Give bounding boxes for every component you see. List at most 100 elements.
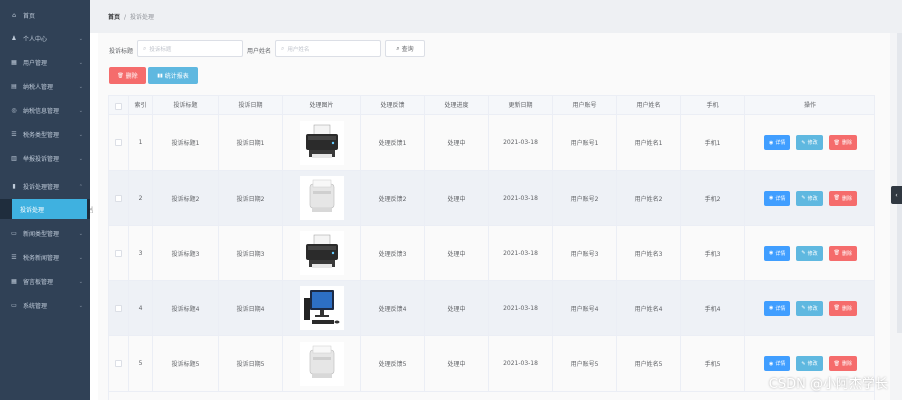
scrollbar[interactable] — [897, 33, 902, 333]
cell-title: 投诉标题4 — [153, 281, 219, 335]
detail-button-label: 详情 — [775, 361, 786, 367]
sidebar-item[interactable]: ♟ 个人中心 ⌄ — [0, 27, 90, 50]
edit-button[interactable]: ✎ 修改 — [796, 356, 823, 371]
table-row: 5 投诉标题5 投诉日期5 处理反馈5 处理中 2021-03-18 用户账号5 用户姓名5 手… — [109, 336, 874, 392]
home-icon: ⌂ — [12, 12, 16, 19]
users-icon: ▦ — [11, 59, 17, 66]
sidebar-item[interactable]: ▭ 新闻类型管理 ⌄ — [0, 222, 90, 245]
delete-button[interactable]: 🗑 删除 — [828, 300, 857, 316]
detail-button[interactable]: ◉ 详情 — [764, 135, 791, 150]
cell-feedback: 处理反馈4 — [361, 281, 425, 335]
cell-title: 投诉标题1 — [153, 115, 219, 170]
sidebar: ⌂ 首页 ♟ 个人中心 ⌄ ▦ 用户管理 ⌄ ▤ 纳税人管理 ⌄ ◎ 纳税信息管理 ⌄ ☰ 税务类型管理 ⌄ ▥ 举… — [0, 0, 90, 400]
detail-button[interactable]: ◉ 详情 — [764, 245, 791, 261]
edit-button[interactable]: ✎ 修改 — [796, 135, 823, 150]
row-checkbox[interactable] — [115, 139, 122, 146]
column-header: 手机 — [681, 96, 745, 116]
column-header: 索引 — [129, 96, 153, 116]
chevron-down-icon: ⌄ — [78, 83, 83, 90]
delete-button-label: 删除 — [841, 195, 852, 202]
edit-button[interactable]: ✎ 修改 — [796, 300, 823, 316]
printer-icon — [299, 231, 344, 275]
edit-icon: ✎ — [801, 360, 806, 367]
select-all-checkbox[interactable] — [115, 102, 122, 110]
table-row: 3 投诉标题3 投诉日期3 处理反馈3 处理中 2021-03-18 用户账号3 用户姓名3 手… — [109, 226, 874, 281]
system-icon: ▭ — [11, 302, 17, 309]
cell-date: 投诉日期4 — [219, 281, 283, 335]
actions-cell: ◉ 详情 ✎ 修改 🗑 删除 — [745, 226, 874, 280]
cell-name: 用户姓名2 — [617, 171, 681, 225]
detail-button-label: 详情 — [775, 250, 786, 257]
batch-delete-button[interactable]: 🗑 删除 — [109, 67, 146, 84]
delete-button[interactable]: 🗑 删除 — [828, 356, 857, 371]
mouse-cursor-icon: ☝ — [88, 206, 94, 216]
cell-updated: 2021-03-18 — [489, 115, 553, 170]
sidebar-item[interactable]: ▦ 留言板管理 ⌄ — [0, 270, 90, 293]
printer-icon — [299, 120, 344, 165]
stats-report-button[interactable]: ▮▮ 统计报表 — [148, 67, 198, 84]
cell-phone: 手机2 — [681, 171, 745, 225]
column-header: 处理图片 — [283, 96, 361, 116]
actions-cell: ◉ 详情 ✎ 修改 🗑 删除 — [745, 115, 874, 170]
sidebar-item-label: 首页 — [23, 13, 36, 20]
name-search-input[interactable]: ⌕ 用户姓名 — [275, 40, 381, 57]
chevron-down-icon: ⌄ — [78, 302, 83, 309]
sidebar-item-label: 用户管理 — [23, 60, 48, 67]
select-all-header[interactable] — [109, 96, 129, 116]
row-checkbox[interactable] — [115, 360, 122, 367]
cell-name: 用户姓名1 — [617, 115, 681, 170]
sidebar-item-label: 举报投诉管理 — [23, 156, 60, 163]
cell-index: 2 — [129, 171, 153, 225]
batch-delete-label: 删除 — [125, 73, 138, 80]
chevron-down-icon: ⌄ — [78, 131, 83, 138]
edit-button-label: 修改 — [807, 361, 818, 367]
cell-title: 投诉标题5 — [153, 336, 219, 391]
row-checkbox[interactable] — [115, 194, 122, 202]
sidebar-item-label: 新闻类型管理 — [23, 231, 60, 238]
search-icon: ⌕ — [396, 44, 400, 52]
sidebar-item[interactable]: ☰ 税务类型管理 ⌄ — [0, 123, 90, 146]
sidebar-item-label: 税务类型管理 — [23, 132, 60, 139]
trash-icon: 🗑 — [833, 305, 840, 311]
chart-icon: ▮▮ — [157, 72, 163, 79]
collapse-toggle-button[interactable]: ‹ — [891, 186, 902, 204]
detail-button[interactable]: ◉ 详情 — [764, 356, 791, 371]
edit-button[interactable]: ✎ 修改 — [796, 245, 823, 261]
delete-button-label: 删除 — [841, 361, 852, 367]
cell-feedback: 处理反馈2 — [361, 171, 425, 225]
edit-button[interactable]: ✎ 修改 — [796, 190, 823, 206]
sidebar-item-label: 个人中心 — [23, 36, 48, 43]
cell-progress: 处理中 — [425, 281, 489, 335]
cell-account: 用户账号4 — [553, 281, 617, 335]
row-checkbox[interactable] — [115, 249, 122, 257]
table-row: 1 投诉标题1 投诉日期1 处理反馈1 处理中 2021-03-18 用户账号1 用户姓名1 手… — [109, 115, 874, 171]
edit-button-label: 修改 — [807, 195, 818, 202]
delete-button[interactable]: 🗑 删除 — [828, 190, 857, 206]
delete-button[interactable]: 🗑 删除 — [828, 135, 857, 150]
cell-feedback: 处理反馈5 — [361, 336, 425, 391]
query-button[interactable]: ⌕ 查询 — [385, 40, 425, 57]
sidebar-item[interactable]: ◎ 纳税信息管理 ⌄ — [0, 99, 90, 122]
detail-button[interactable]: ◉ 详情 — [764, 190, 791, 206]
tax-news-icon: ☰ — [11, 254, 17, 261]
cell-feedback: 处理反馈1 — [361, 115, 425, 170]
edit-icon: ✎ — [801, 139, 806, 146]
row-checkbox[interactable] — [115, 304, 122, 312]
chevron-down-icon: ⌄ — [78, 155, 83, 162]
sidebar-item[interactable]: ☰ 税务新闻管理 ⌄ — [0, 246, 90, 269]
detail-icon: ◉ — [769, 360, 774, 367]
title-search-input[interactable]: ⌕ 投诉标题 — [137, 40, 243, 57]
delete-button[interactable]: 🗑 删除 — [828, 245, 857, 261]
news-type-icon: ▭ — [11, 230, 17, 237]
sidebar-item[interactable]: ▦ 用户管理 ⌄ — [0, 51, 90, 74]
detail-button[interactable]: ◉ 详情 — [764, 300, 791, 316]
breadcrumb-home[interactable]: 首页 — [108, 14, 120, 21]
sidebar-item[interactable]: ▤ 纳税人管理 ⌄ — [0, 75, 90, 98]
sidebar-item[interactable]: ▭ 系统管理 ⌄ — [0, 294, 90, 317]
sidebar-item[interactable]: ⌂ 首页 — [0, 4, 90, 27]
cell-name: 用户姓名4 — [617, 281, 681, 335]
sidebar-item[interactable]: ▮ 投诉处理管理 ⌃ — [0, 175, 90, 198]
sidebar-subitem-complaint-handling[interactable]: 投诉处理 — [0, 199, 90, 219]
sidebar-item[interactable]: ▥ 举报投诉管理 ⌄ — [0, 147, 90, 170]
breadcrumb-current: 投诉处理 — [130, 14, 155, 21]
